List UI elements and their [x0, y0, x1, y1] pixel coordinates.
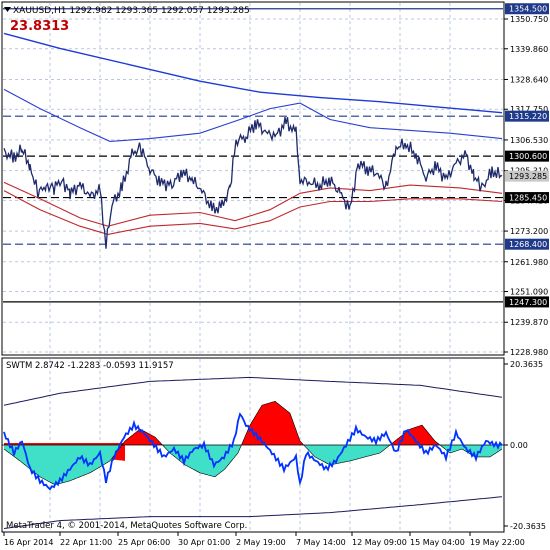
indicator-big-value: 23.8313	[10, 19, 69, 34]
price-tick-label: 1239.870	[510, 318, 548, 327]
indicator-tick-label: 20.3635	[510, 360, 543, 369]
indicator-title: SWTM 2.8742 -1.2283 -0.0593 11.9157	[6, 361, 174, 371]
price-label-text: 1247.300	[509, 298, 547, 307]
time-tick-label: 16 Apr 2014	[4, 538, 53, 547]
indicator-tick-label: -20.3635	[510, 522, 546, 531]
time-tick-label: 2 May 19:00	[236, 538, 286, 547]
price-label-text: 1268.400	[509, 240, 547, 249]
copyright-text: MetaTrader 4, © 2001-2014, MetaQuotes So…	[6, 521, 247, 531]
price-label-text: 1315.220	[509, 112, 547, 121]
price-label-text: 1300.600	[509, 152, 547, 161]
symbol-ohlc-text: XAUUSD,H1 1292.982 1293.365 1292.057 129…	[13, 6, 250, 16]
time-tick-label: 7 May 14:00	[296, 538, 346, 547]
price-tick-label: 1273.200	[510, 227, 548, 236]
time-tick-label: 22 Apr 11:00	[60, 538, 112, 547]
price-label-text: 1293.285	[509, 172, 547, 181]
time-tick-label: 30 Apr 01:00	[178, 538, 230, 547]
symbol-header: XAUUSD,H1 1292.982 1293.365 1292.057 129…	[4, 6, 250, 16]
price-label-text: 1285.450	[509, 194, 547, 203]
chart-window[interactable]: XAUUSD,H1 1292.982 1293.365 1292.057 129…	[0, 0, 550, 550]
indicator-tick-label: 0.00	[510, 441, 528, 450]
time-tick-label: 12 May 09:00	[352, 538, 407, 547]
price-tick-label: 1350.750	[510, 15, 548, 24]
price-tick-label: 1251.090	[510, 288, 548, 297]
price-tick-label: 1328.640	[510, 75, 548, 84]
price-tick-label: 1261.980	[510, 258, 548, 267]
price-tick-label: 1339.860	[510, 45, 548, 54]
time-tick-label: 25 Apr 06:00	[118, 538, 170, 547]
price-tick-label: 1306.530	[510, 136, 548, 145]
price-label-text: 1354.500	[509, 5, 547, 14]
time-tick-label: 15 May 04:00	[410, 538, 465, 547]
time-tick-label: 19 May 22:00	[470, 538, 525, 547]
price-tick-label: 1228.980	[510, 348, 548, 357]
